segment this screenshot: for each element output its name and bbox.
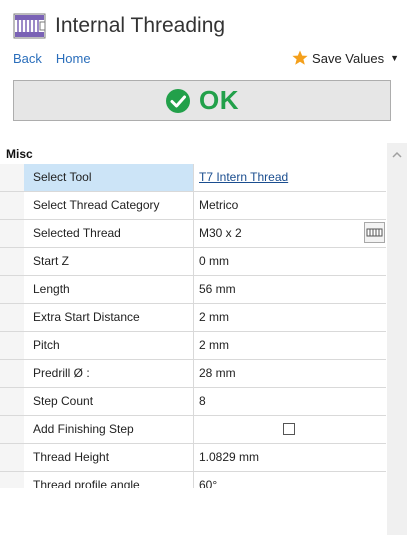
property-name: Select Thread Category [24, 192, 194, 219]
property-value[interactable]: 28 mm [194, 360, 386, 387]
thread-icon [13, 13, 46, 39]
property-row-add-finishing-step[interactable]: Add Finishing Step [0, 416, 386, 444]
property-row-select-tool[interactable]: Select Tool T7 Intern Thread [0, 164, 386, 192]
row-gutter [0, 248, 24, 275]
row-gutter [0, 164, 24, 191]
property-name: Step Count [24, 388, 194, 415]
property-name: Add Finishing Step [24, 416, 194, 443]
title-bar: Internal Threading [13, 10, 225, 42]
property-name: Select Tool [24, 164, 194, 191]
property-row-step-count[interactable]: Step Count 8 [0, 388, 386, 416]
property-name: Thread Height [24, 444, 194, 471]
property-value[interactable]: Metrico [194, 192, 386, 219]
property-name: Length [24, 276, 194, 303]
property-row-length[interactable]: Length 56 mm [0, 276, 386, 304]
property-row-thread-category[interactable]: Select Thread Category Metrico [0, 192, 386, 220]
star-icon [292, 50, 308, 66]
row-gutter [0, 444, 24, 471]
grid-empty-area [0, 488, 386, 535]
row-gutter [0, 220, 24, 247]
row-gutter [0, 360, 24, 387]
property-grid: Misc Select Tool T7 Intern Thread Select… [0, 143, 386, 500]
row-gutter [0, 388, 24, 415]
property-value[interactable]: 8 [194, 388, 386, 415]
property-value[interactable]: 56 mm [194, 276, 386, 303]
select-tool-link[interactable]: T7 Intern Thread [199, 170, 288, 184]
vertical-scrollbar[interactable] [387, 143, 407, 535]
property-value [194, 416, 386, 443]
ok-button[interactable]: OK [13, 80, 391, 121]
property-value[interactable]: 2 mm [194, 332, 386, 359]
property-row-predrill[interactable]: Predrill Ø : 28 mm [0, 360, 386, 388]
property-row-start-z[interactable]: Start Z 0 mm [0, 248, 386, 276]
finishing-step-checkbox[interactable] [283, 423, 295, 435]
property-value[interactable]: M30 x 2 [194, 220, 386, 247]
row-gutter [0, 332, 24, 359]
row-gutter [0, 192, 24, 219]
row-gutter [0, 416, 24, 443]
ok-label: OK [199, 85, 239, 115]
property-value[interactable]: 1.0829 mm [194, 444, 386, 471]
property-name: Extra Start Distance [24, 304, 194, 331]
property-value[interactable]: 0 mm [194, 248, 386, 275]
property-name: Selected Thread [24, 220, 194, 247]
scroll-up-icon[interactable] [391, 147, 403, 158]
category-header: Misc [6, 147, 33, 161]
property-name: Start Z [24, 248, 194, 275]
property-row-extra-start-distance[interactable]: Extra Start Distance 2 mm [0, 304, 386, 332]
back-link[interactable]: Back [13, 51, 42, 66]
thread-picker-icon [366, 228, 383, 237]
nav-links: Back Home [13, 51, 91, 66]
check-circle-icon [165, 88, 191, 114]
thread-picker-button[interactable] [364, 222, 385, 243]
property-name: Predrill Ø : [24, 360, 194, 387]
row-gutter [0, 304, 24, 331]
property-row-selected-thread[interactable]: Selected Thread M30 x 2 [0, 220, 386, 248]
page-title: Internal Threading [55, 14, 226, 37]
row-gutter [0, 276, 24, 303]
save-values-label: Save Values [312, 50, 385, 66]
selected-thread-value: M30 x 2 [199, 226, 242, 240]
property-row-pitch[interactable]: Pitch 2 mm [0, 332, 386, 360]
home-link[interactable]: Home [56, 51, 91, 66]
save-values-button[interactable]: Save Values ▼ [292, 50, 399, 66]
caret-down-icon: ▼ [390, 53, 399, 63]
property-row-thread-height[interactable]: Thread Height 1.0829 mm [0, 444, 386, 472]
property-name: Pitch [24, 332, 194, 359]
property-value[interactable]: 2 mm [194, 304, 386, 331]
property-value: T7 Intern Thread [194, 164, 386, 191]
